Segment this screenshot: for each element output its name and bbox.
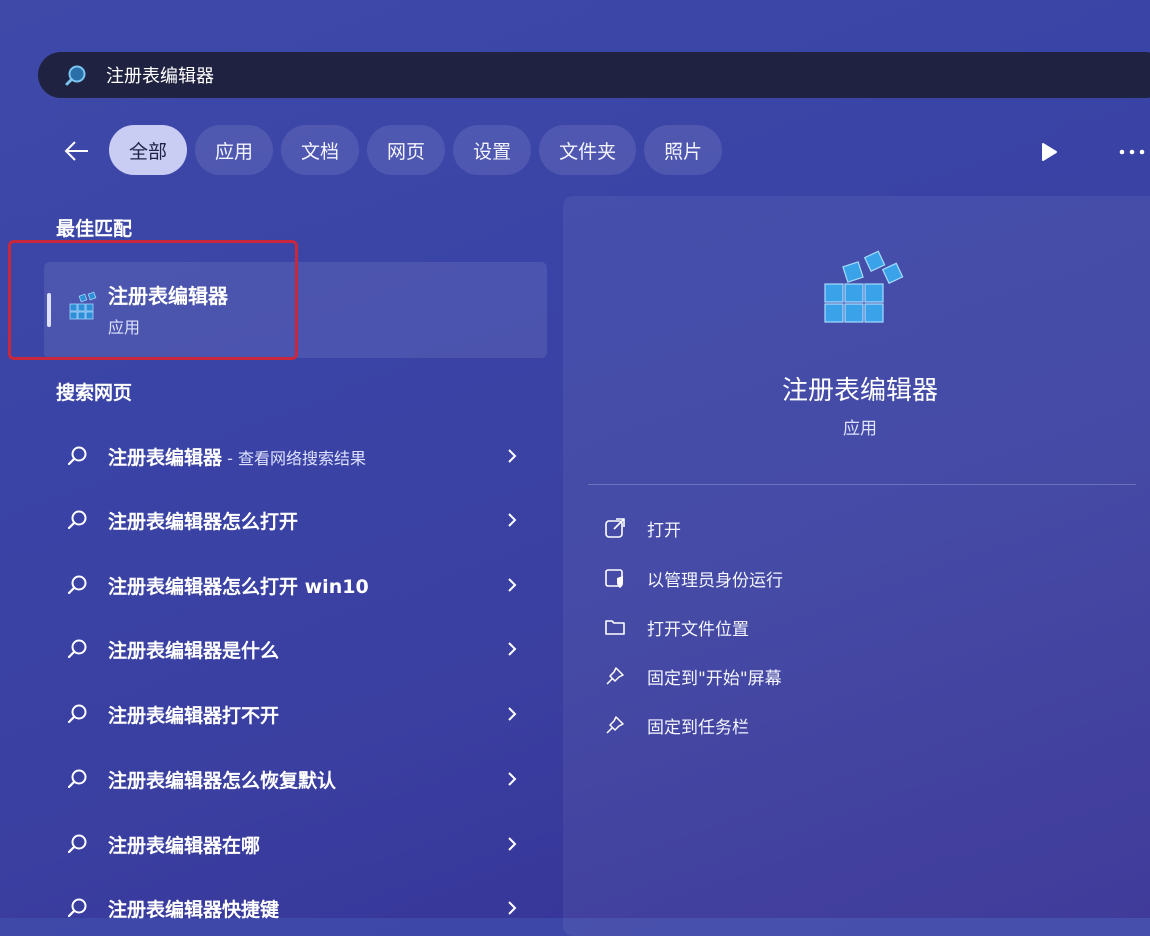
tab-folders[interactable]: 文件夹 (539, 125, 637, 175)
query-prefix: 注册表编辑器 (108, 639, 223, 662)
action-label: 固定到"开始"屏幕 (647, 668, 782, 689)
query-prefix: 注册表编辑器 (108, 898, 223, 921)
search-icon (64, 635, 92, 663)
web-search-item[interactable]: 注册表编辑器 - 查看网络搜索结果 (56, 434, 536, 478)
action-open-file-location[interactable]: 打开文件位置 (600, 609, 1020, 645)
web-search-item-text: 注册表编辑器怎么恢复默认 (108, 766, 336, 793)
action-label: 以管理员身份运行 (647, 570, 783, 591)
action-label: 打开 (647, 520, 681, 541)
web-search-item-text: 注册表编辑器是什么 (108, 636, 279, 663)
query-prefix: 注册表编辑器 (108, 510, 223, 533)
web-search-item[interactable]: 注册表编辑器打不开 (56, 692, 536, 736)
web-search-item[interactable]: 注册表编辑器在哪 (56, 822, 536, 866)
action-pin-to-taskbar[interactable]: 固定到任务栏 (600, 707, 1020, 743)
query-prefix: 注册表编辑器 (108, 575, 223, 598)
red-highlight-box (8, 240, 298, 360)
query-suffix: 怎么打开 (222, 510, 299, 533)
query-suffix: 怎么打开 win10 (222, 575, 369, 598)
play-button[interactable] (1035, 138, 1063, 166)
web-search-item-text: 注册表编辑器快捷键 (108, 895, 279, 922)
more-dots-icon (1119, 149, 1145, 155)
web-search-item-text: 注册表编辑器在哪 (108, 831, 260, 858)
query-prefix: 注册表编辑器 (108, 704, 223, 727)
chevron-right-icon[interactable] (498, 830, 526, 858)
web-search-item[interactable]: 注册表编辑器是什么 (56, 627, 536, 671)
query-suffix: 快捷键 (222, 898, 280, 921)
chevron-right-icon[interactable] (498, 506, 526, 534)
web-search-item[interactable]: 注册表编辑器怎么打开 win10 (56, 563, 536, 607)
best-match-title: 最佳匹配 (56, 218, 133, 240)
preview-divider (588, 484, 1136, 485)
open-external-icon (600, 513, 630, 543)
back-arrow-icon (64, 141, 88, 161)
web-search-item-text: 注册表编辑器 - 查看网络搜索结果 (108, 443, 366, 470)
query-suffix: 是什么 (222, 639, 280, 662)
back-button[interactable] (56, 131, 96, 171)
chevron-right-icon[interactable] (498, 765, 526, 793)
search-icon (64, 571, 92, 599)
web-search-item-text: 注册表编辑器怎么打开 win10 (108, 572, 369, 599)
query-prefix: 注册表编辑器 (108, 769, 223, 792)
tab-settings[interactable]: 设置 (453, 125, 532, 175)
chevron-right-icon[interactable] (498, 571, 526, 599)
registry-editor-large-icon (817, 248, 909, 336)
search-icon (64, 830, 92, 858)
tab-web[interactable]: 网页 (367, 125, 446, 175)
search-icon (64, 700, 92, 728)
query-suffix: - 查看网络搜索结果 (222, 448, 366, 468)
chevron-right-icon[interactable] (498, 635, 526, 663)
action-open[interactable]: 打开 (600, 510, 1020, 546)
search-icon (64, 506, 92, 534)
tab-apps[interactable]: 应用 (195, 125, 274, 175)
tab-all[interactable]: 全部 (109, 125, 188, 175)
action-run-as-admin[interactable]: 以管理员身份运行 (600, 560, 1020, 596)
pin-icon (600, 661, 630, 691)
admin-shield-icon (600, 563, 630, 593)
tab-photos[interactable]: 照片 (644, 125, 723, 175)
web-search-item[interactable]: 注册表编辑器快捷键 (56, 886, 536, 930)
search-bar[interactable] (38, 52, 1150, 98)
chevron-right-icon[interactable] (498, 700, 526, 728)
tab-documents[interactable]: 文档 (281, 125, 360, 175)
search-icon (64, 442, 92, 470)
query-prefix: 注册表编辑器 (108, 446, 223, 469)
chevron-right-icon[interactable] (498, 442, 526, 470)
action-pin-to-start[interactable]: 固定到"开始"屏幕 (600, 658, 1020, 694)
search-input[interactable] (104, 63, 708, 87)
pin-icon (600, 710, 630, 740)
action-label: 固定到任务栏 (647, 717, 749, 738)
web-search-item[interactable]: 注册表编辑器怎么恢复默认 (56, 757, 536, 801)
web-search-item-text: 注册表编辑器打不开 (108, 701, 279, 728)
query-suffix: 在哪 (222, 834, 261, 857)
preview-app-name: 注册表编辑器 (781, 376, 938, 406)
preview-app-type: 应用 (843, 419, 877, 439)
query-suffix: 怎么恢复默认 (222, 769, 337, 792)
folder-icon (600, 612, 630, 642)
more-options-button[interactable] (1114, 138, 1150, 166)
search-icon (64, 765, 92, 793)
search-web-title: 搜索网页 (56, 382, 133, 404)
play-icon (1042, 143, 1057, 161)
web-search-item[interactable]: 注册表编辑器怎么打开 (56, 498, 536, 542)
web-search-item-text: 注册表编辑器怎么打开 (108, 507, 298, 534)
filter-tabs: 全部 应用 文档 网页 设置 文件夹 照片 (109, 125, 723, 175)
query-prefix: 注册表编辑器 (108, 834, 223, 857)
query-suffix: 打不开 (222, 704, 280, 727)
action-label: 打开文件位置 (647, 619, 749, 640)
search-icon (62, 61, 90, 89)
